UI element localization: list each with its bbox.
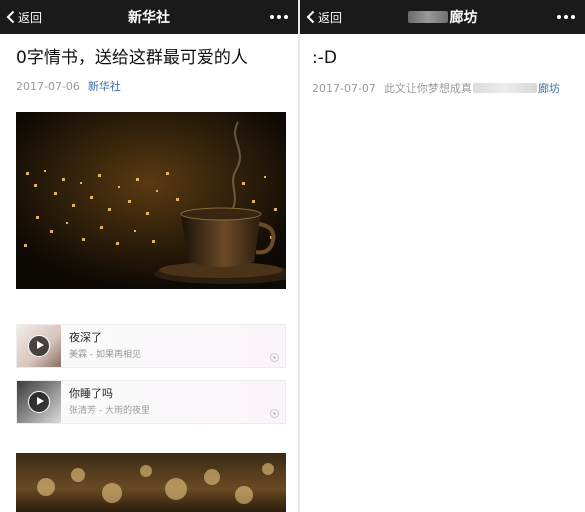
article-title: 0字情书，送给这群最可爱的人 [16,48,248,68]
music-source-icon [270,409,279,418]
album-cover [17,325,61,367]
nav-title-suffix: 廊坊 [449,10,478,26]
top-nav-bar: 返回 新华社 [0,0,298,34]
right-phone-screen: 返回 廊坊 :-D 2017-07-07 此文让你梦想成真 廊坊 [300,0,585,512]
publish-date: 2017-07-07 [312,81,376,95]
article-title: :-D [312,48,337,68]
left-phone-screen: 返回 新华社 0字情书，送给这群最可爱的人 2017-07-06 新华社 夜深了… [0,0,298,512]
song-artist: 张清芳 - 大雨的夜里 [69,406,150,416]
redacted-text [407,11,448,23]
song-title: 夜深了 [69,331,102,344]
chevron-left-icon [6,10,15,24]
more-button[interactable] [557,0,575,34]
back-label: 返回 [318,10,343,25]
article-meta: 2017-07-07 此文让你梦想成真 廊坊 [312,80,560,96]
bokeh-image [16,453,286,512]
more-icon [270,15,288,19]
nav-title: 廊坊 [360,0,525,34]
album-cover [17,381,61,423]
more-button[interactable] [270,0,288,34]
music-card[interactable]: 你睡了吗 张清芳 - 大雨的夜里 [16,380,286,424]
hero-illustration [16,112,286,289]
article-meta: 2017-07-06 新华社 [16,78,121,94]
nav-title: 新华社 [128,10,170,26]
bokeh-illustration [37,463,274,504]
more-icon [557,15,575,19]
music-source-icon [270,353,279,362]
back-button[interactable]: 返回 [306,0,342,34]
play-icon[interactable] [28,391,50,413]
publish-date: 2017-07-06 [16,79,80,93]
song-title: 你睡了吗 [69,387,113,400]
redacted-text [472,83,537,93]
back-button[interactable]: 返回 [6,0,42,34]
top-nav-bar: 返回 廊坊 [300,0,585,34]
account-link[interactable]: 廊坊 [538,80,560,96]
music-card[interactable]: 夜深了 美霖 - 如果再相见 [16,324,286,368]
meta-text: 此文让你梦想成真 [383,82,472,95]
account-link[interactable]: 新华社 [88,78,121,94]
chevron-left-icon [306,10,315,24]
song-artist: 美霖 - 如果再相见 [69,350,141,360]
play-icon[interactable] [28,335,50,357]
night-city-coffee-image [16,112,286,289]
back-label: 返回 [18,10,43,25]
